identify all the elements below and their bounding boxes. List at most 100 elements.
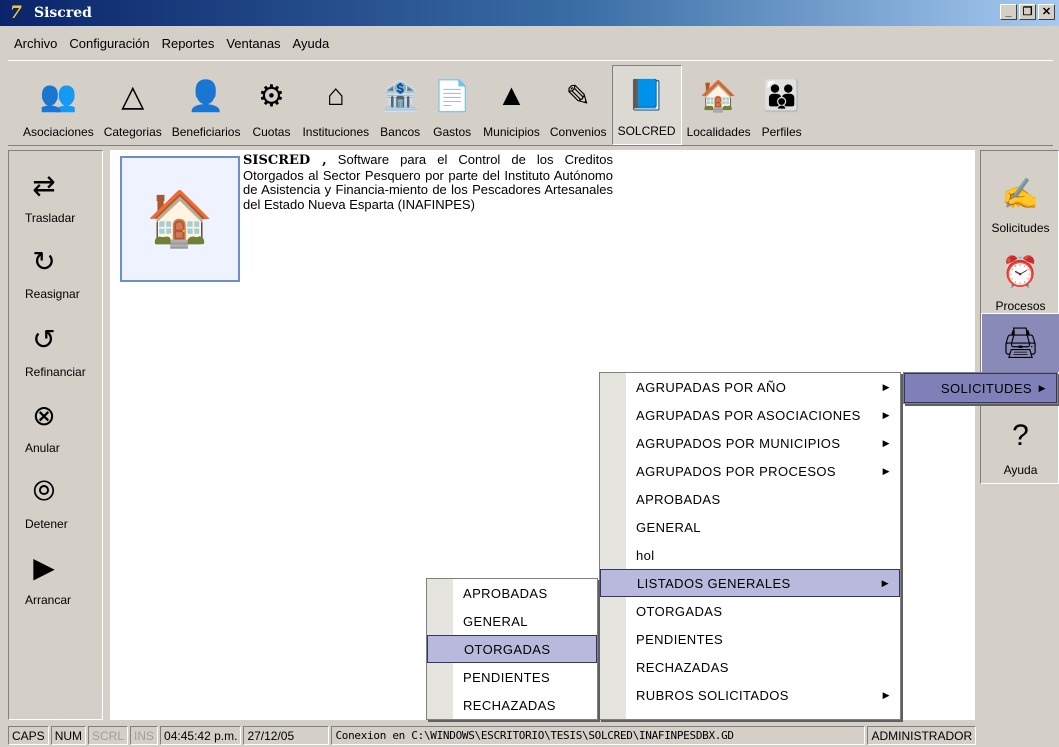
start-icon: ▶ [33,551,55,583]
printer-icon: 🖨 [1001,326,1040,360]
toolbar-beneficiarios-button[interactable]: 👤 Beneficiarios [167,65,246,145]
intro-text: SISCRED , Software para el Control de lo… [243,152,613,212]
ins-indicator: INS [130,726,159,745]
menu-item[interactable]: AGRUPADAS POR AÑO ▶ [600,373,900,401]
shapes-icon: △ [121,79,145,113]
detener-button[interactable]: ⦾ Detener [9,469,104,532]
menu-solicitudes[interactable]: SOLICITUDES ▶ [904,373,1057,403]
menu-item[interactable]: AGRUPADOS POR MUNICIPIOS ▶ [600,429,900,457]
minimize-icon[interactable]: _ [1000,4,1017,20]
group-icon: 👪 [762,79,801,113]
window-title: Siscred [34,5,92,21]
menu-item[interactable]: RECHAZADAS [600,653,900,681]
menu-item-otorgadas[interactable]: OTORGADAS [427,635,597,663]
document-icon: 📄 [433,79,471,113]
chevron-right-icon: ▶ [882,381,890,392]
menu-ayuda[interactable]: Ayuda [289,36,338,51]
chevron-right-icon: ▶ [882,465,890,476]
menu-configuracion[interactable]: Configuración [65,36,157,51]
solicitudes-button[interactable]: ✍ Solicitudes [981,171,1059,236]
toolbar-perfiles-button[interactable]: 👪 Perfiles [756,65,808,145]
title-bar: 7 Siscred _ ❐ ✕ [0,0,1059,26]
caps-indicator: CAPS [8,726,49,745]
status-bar: CAPS NUM SCRL INS 04:45:42 p.m. 27/12/05… [0,724,1059,747]
toolbar-bancos-button[interactable]: 🏦 Bancos [374,65,426,145]
toolbar-instituciones-button[interactable]: ⌂ Instituciones [297,65,374,145]
trasladar-button[interactable]: ⇄ Trasladar [9,163,104,226]
person-icon: 👤 [187,79,225,113]
menu-item[interactable]: PENDIENTES [600,625,900,653]
toolbar-solcred-button[interactable]: 📘 SOLCRED [611,65,682,145]
right-actions-panel: ✍ Solicitudes ⏰ Procesos 🖨 ? Ayuda [980,150,1059,484]
status-date: 27/12/05 [243,726,330,745]
menu-item[interactable]: APROBADAS [427,579,597,607]
maximize-icon[interactable]: ❐ [1019,4,1036,20]
intro-bold: SISCRED , [243,153,327,168]
map-icon: ▲ [496,79,527,112]
menu-item[interactable]: APROBADAS [600,485,900,513]
menu-item[interactable]: RECHAZADAS [427,691,597,719]
book-check-icon: 📘 [627,78,666,112]
chevron-right-icon: ▶ [1038,382,1046,393]
menu-archivo[interactable]: Archivo [10,36,65,51]
toolbar-cuotas-button[interactable]: ⚙ Cuotas [245,65,297,145]
reasignar-button[interactable]: ↻ Reasignar [9,239,104,302]
stop-icon: ⦾ [32,474,56,506]
printer-reports-button[interactable]: 🖨 [981,313,1059,373]
chevron-right-icon: ▶ [882,437,890,448]
anular-button[interactable]: ⊗ Anular [9,393,104,456]
cancel-icon: ⊗ [32,399,56,431]
transfer-icon: ⇄ [32,169,56,201]
pen-icon: ✍ [1001,177,1040,211]
menu-ventanas[interactable]: Ventanas [222,36,288,51]
reassign-icon: ↻ [32,245,56,277]
toolbar-convenios-button[interactable]: ✎ Convenios [545,65,612,145]
edit-icon: ✎ [565,79,591,113]
menu-item[interactable]: AGRUPADOS POR PROCESOS ▶ [600,457,900,485]
toolbar-municipios-button[interactable]: ▲ Municipios [478,65,545,145]
menu-item[interactable]: AGRUPADAS POR ASOCIACIONES ▶ [600,401,900,429]
toolbar-categorias-button[interactable]: △ Categorias [99,65,167,145]
refinanciar-button[interactable]: ↺ Refinanciar [9,317,104,380]
scrl-indicator: SCRL [88,726,129,745]
menu-item[interactable]: hol [600,541,900,569]
status-user: ADMINISTRADOR [867,726,977,745]
chevron-right-icon: ▶ [881,577,889,588]
window-controls: _ ❐ ✕ [1000,4,1055,20]
solicitudes-submenu: AGRUPADAS POR AÑO ▶ AGRUPADAS POR ASOCIAC… [599,372,901,720]
toolbar-gastos-button[interactable]: 📄 Gastos [426,65,478,145]
toolbar-localidades-button[interactable]: 🏠 Localidades [682,65,756,145]
menu-item[interactable]: OTORGADAS [600,597,900,625]
main-toolbar: 👥 Asociaciones △ Categorias 👤 Beneficiar… [8,60,1053,146]
app-icon[interactable]: 7 [10,4,28,22]
people-icon: 👥 [39,79,78,113]
toolbar-asociaciones-button[interactable]: 👥 Asociaciones [18,65,99,145]
village-icon: 🏠 [699,79,738,113]
menu-bar: Archivo Configuración Reportes Ventanas … [0,32,1059,54]
reports-menu: SOLICITUDES ▶ [903,372,1058,404]
ayuda-button[interactable]: ? Ayuda [981,413,1059,477]
siscred-logo: 🏠 [120,156,240,282]
clock-icon: ⏰ [1001,255,1040,289]
left-actions-panel: ⇄ Trasladar ↻ Reasignar ↺ Refinanciar ⊗ … [8,150,103,720]
menu-item[interactable]: PENDIENTES [427,663,597,691]
status-time: 04:45:42 p.m. [160,726,242,745]
house-icon: ⌂ [326,79,345,112]
menu-reportes[interactable]: Reportes [158,36,223,51]
close-icon[interactable]: ✕ [1038,4,1055,20]
status-connection: Conexion en C:\WINDOWS\ESCRITORIO\TESIS\… [331,726,866,745]
refinance-icon: ↺ [32,323,56,355]
chevron-right-icon: ▶ [882,689,890,700]
menu-item[interactable]: GENERAL [427,607,597,635]
num-indicator: NUM [50,726,87,745]
chevron-right-icon: ▶ [882,409,890,420]
bank-icon: 🏦 [381,79,419,113]
help-icon: ? [1012,419,1029,452]
arrancar-button[interactable]: ▶ Arrancar [9,545,104,608]
menu-item[interactable]: RUBROS SOLICITADOS ▶ [600,681,900,709]
wrench-icon: ⚙ [258,79,285,113]
listados-generales-submenu: APROBADAS GENERAL OTORGADAS PENDIENTES R… [426,578,598,720]
menu-item-listados-generales[interactable]: LISTADOS GENERALES ▶ [600,569,900,597]
procesos-button[interactable]: ⏰ Procesos [981,249,1059,314]
menu-item[interactable]: GENERAL [600,513,900,541]
